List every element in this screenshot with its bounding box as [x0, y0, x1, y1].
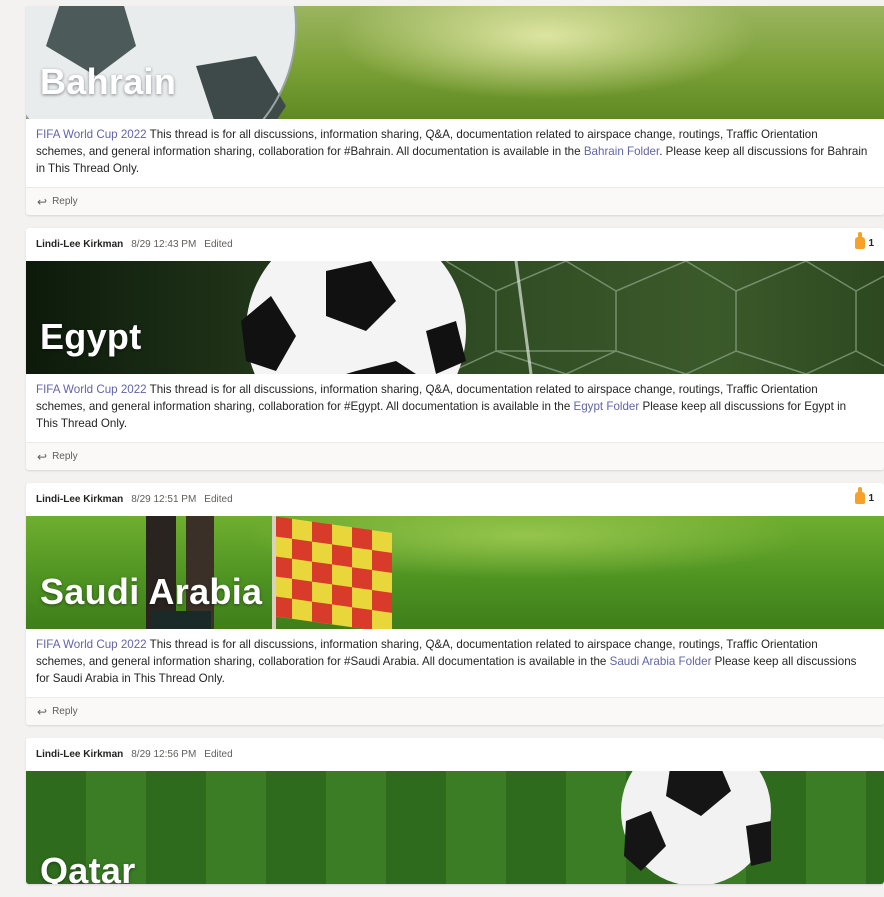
author-name[interactable]: Lindi-Lee Kirkman	[36, 494, 123, 505]
reply-arrow-icon: ↩	[37, 449, 48, 464]
author-name[interactable]: Lindi-Lee Kirkman	[36, 749, 123, 760]
thumbs-up-icon	[855, 232, 866, 249]
post-timestamp: 8/29 12:56 PM	[131, 749, 197, 760]
post-banner-image: Bahrain	[26, 6, 884, 119]
post-banner-image: Qatar	[26, 771, 884, 884]
reply-label: Reply	[52, 196, 78, 207]
fifa-link[interactable]: FIFA World Cup 2022	[36, 638, 147, 651]
soccer-goal-image	[241, 261, 884, 374]
post-card-bahrain: Bahrain FIFA World Cup 2022 This thread …	[26, 6, 884, 215]
post-banner-image: Saudi Arabia	[26, 516, 884, 629]
post-timestamp: 8/29 12:43 PM	[131, 239, 197, 250]
conversation-feed: Bahrain FIFA World Cup 2022 This thread …	[26, 0, 884, 897]
fifa-link[interactable]: FIFA World Cup 2022	[36, 383, 147, 396]
post-header: Lindi-Lee Kirkman 8/29 12:51 PM Edited 1	[26, 483, 884, 516]
post-card-saudi-arabia: Lindi-Lee Kirkman 8/29 12:51 PM Edited 1	[26, 483, 884, 725]
reply-arrow-icon: ↩	[37, 704, 48, 719]
folder-link[interactable]: Egypt Folder	[574, 400, 640, 413]
reply-label: Reply	[52, 706, 78, 717]
post-timestamp: 8/29 12:51 PM	[131, 494, 197, 505]
reaction-badge[interactable]: 1	[855, 487, 874, 504]
reply-button[interactable]: ↩ Reply	[26, 187, 884, 215]
banner-title: Egypt	[40, 316, 142, 357]
edited-label: Edited	[204, 749, 233, 760]
post-body: FIFA World Cup 2022 This thread is for a…	[26, 119, 884, 187]
post-header: Lindi-Lee Kirkman 8/29 12:43 PM Edited 1	[26, 228, 884, 261]
folder-link[interactable]: Saudi Arabia Folder	[610, 655, 712, 668]
post-banner-image: Egypt	[26, 261, 884, 374]
thumbs-up-icon	[855, 487, 866, 504]
fifa-link[interactable]: FIFA World Cup 2022	[36, 128, 147, 141]
post-body: FIFA World Cup 2022 This thread is for a…	[26, 374, 884, 442]
reaction-count: 1	[868, 492, 874, 504]
reply-button[interactable]: ↩ Reply	[26, 697, 884, 725]
post-card-qatar: Lindi-Lee Kirkman 8/29 12:56 PM Edited Q…	[26, 738, 884, 884]
reply-arrow-icon: ↩	[37, 194, 48, 209]
banner-title: Saudi Arabia	[40, 571, 263, 612]
reply-button[interactable]: ↩ Reply	[26, 442, 884, 470]
soccer-ball-image	[621, 771, 771, 884]
reply-label: Reply	[52, 451, 78, 462]
author-name[interactable]: Lindi-Lee Kirkman	[36, 239, 123, 250]
edited-label: Edited	[204, 239, 233, 250]
reaction-count: 1	[868, 237, 874, 249]
folder-link[interactable]: Bahrain Folder	[584, 145, 659, 158]
post-header: Lindi-Lee Kirkman 8/29 12:56 PM Edited	[26, 738, 884, 771]
post-card-egypt: Lindi-Lee Kirkman 8/29 12:43 PM Edited 1	[26, 228, 884, 470]
edited-label: Edited	[204, 494, 233, 505]
banner-title: Qatar	[40, 850, 136, 884]
reaction-badge[interactable]: 1	[855, 232, 874, 249]
post-body: FIFA World Cup 2022 This thread is for a…	[26, 629, 884, 697]
banner-title: Bahrain	[40, 61, 177, 102]
